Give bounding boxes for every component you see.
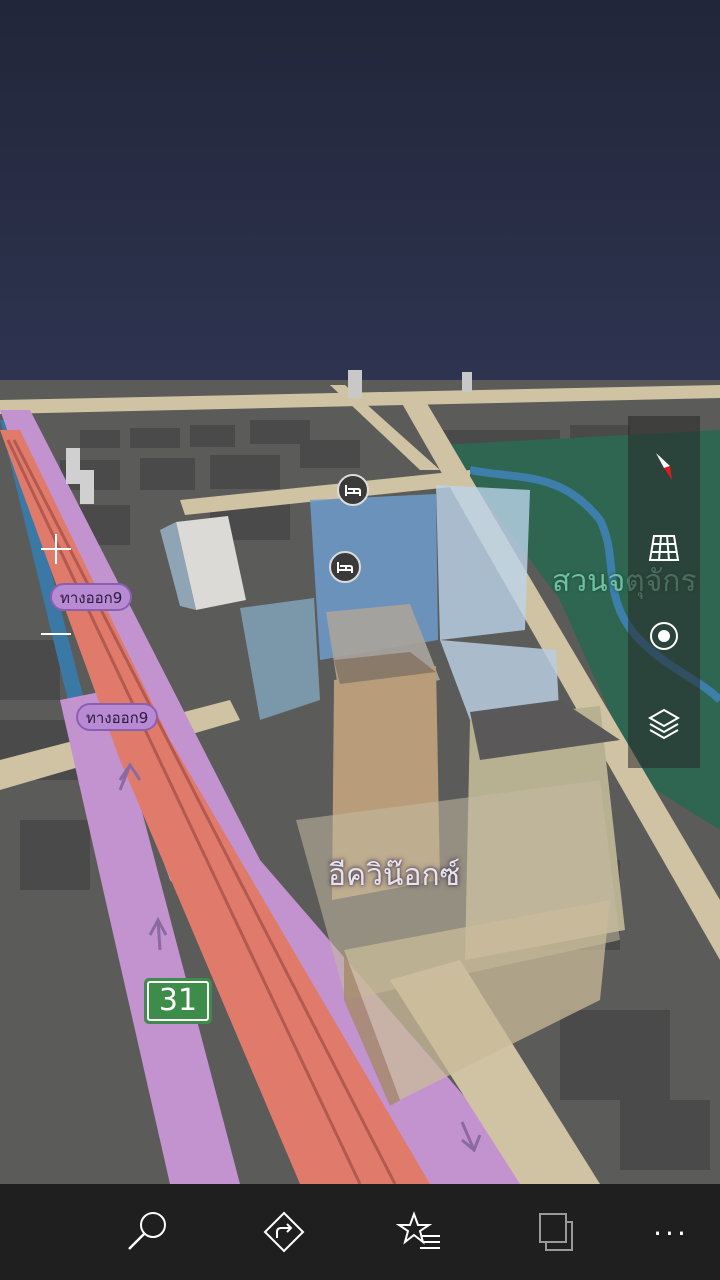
hotel-icon[interactable] (337, 474, 369, 506)
more-button[interactable]: ... (636, 1196, 706, 1268)
compass-button[interactable] (628, 424, 700, 496)
hotel-icon[interactable] (329, 551, 361, 583)
zoom-in-button[interactable] (38, 531, 74, 567)
search-icon (128, 1212, 166, 1250)
layers-button[interactable] (628, 688, 700, 760)
3d-buildings-button[interactable] (628, 512, 700, 584)
plus-icon (41, 534, 71, 564)
directions-button[interactable] (248, 1196, 320, 1268)
favorites-icon (395, 1211, 440, 1249)
sky (0, 0, 720, 382)
my-location-button[interactable] (628, 600, 700, 672)
cities-button[interactable] (520, 1196, 592, 1268)
3d-buildings-icon (648, 535, 680, 561)
map-tools-panel (628, 416, 700, 768)
directions-icon (263, 1211, 305, 1253)
exit-label[interactable]: ทางออก9 (50, 583, 133, 611)
highway-number: 31 (147, 981, 209, 1021)
favorites-button[interactable] (384, 1196, 456, 1268)
place-label[interactable]: อีควิน๊อกซ์ (328, 852, 460, 899)
app-bar: ... (0, 1184, 720, 1280)
more-icon: ... (653, 1209, 689, 1242)
my-location-icon (650, 622, 678, 650)
minus-icon (41, 633, 71, 635)
zoom-out-button[interactable] (38, 616, 74, 652)
highway-shield[interactable]: 31 (144, 978, 212, 1024)
cities-icon (539, 1213, 573, 1251)
search-button[interactable] (112, 1196, 184, 1268)
compass-icon (656, 453, 672, 480)
exit-label[interactable]: ทางออก9 (76, 703, 159, 731)
layers-icon (647, 708, 681, 740)
